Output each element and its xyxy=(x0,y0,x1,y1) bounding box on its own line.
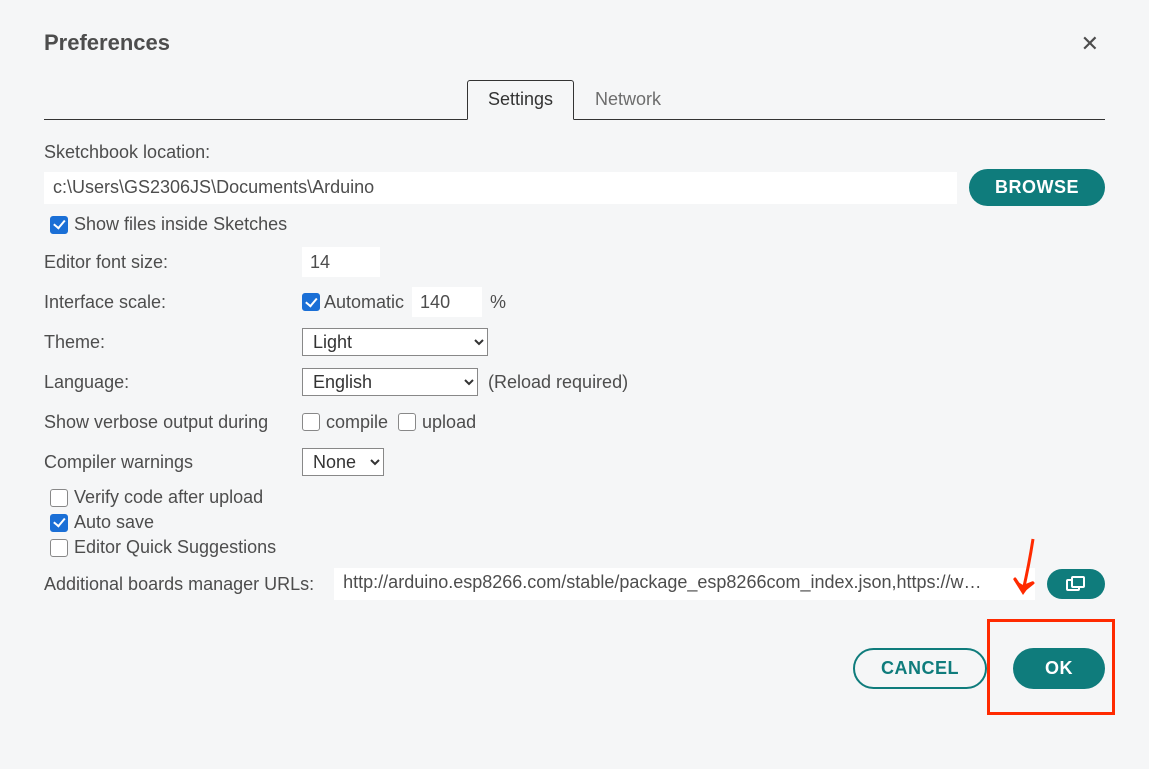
sketchbook-label: Sketchbook location: xyxy=(44,142,1105,163)
quick-suggestions-label: Editor Quick Suggestions xyxy=(74,537,276,558)
tab-settings[interactable]: Settings xyxy=(467,80,574,120)
tabs: Settings Network xyxy=(44,80,1105,120)
show-files-label: Show files inside Sketches xyxy=(74,214,287,235)
dialog-title: Preferences xyxy=(44,30,1105,56)
interface-auto-checkbox[interactable] xyxy=(302,293,320,311)
interface-auto-label: Automatic xyxy=(324,292,404,313)
preferences-dialog: Preferences ✕ Settings Network Sketchboo… xyxy=(0,0,1149,769)
verbose-label: Show verbose output during xyxy=(44,412,302,433)
show-files-checkbox[interactable] xyxy=(50,216,68,234)
percent-label: % xyxy=(490,292,506,313)
verify-checkbox[interactable] xyxy=(50,489,68,507)
urls-expand-button[interactable] xyxy=(1047,569,1105,599)
browse-button[interactable]: BROWSE xyxy=(969,169,1105,206)
upload-checkbox[interactable] xyxy=(398,413,416,431)
close-button[interactable]: ✕ xyxy=(1075,32,1105,56)
font-size-label: Editor font size: xyxy=(44,252,302,273)
footer-buttons: CANCEL OK xyxy=(853,648,1105,689)
window-icon xyxy=(1066,576,1086,592)
font-size-input[interactable] xyxy=(302,247,380,277)
language-hint: (Reload required) xyxy=(488,372,628,393)
theme-label: Theme: xyxy=(44,332,302,353)
settings-panel: Sketchbook location: BROWSE Show files i… xyxy=(44,142,1105,600)
warnings-label: Compiler warnings xyxy=(44,452,302,473)
ok-button[interactable]: OK xyxy=(1013,648,1105,689)
interface-scale-label: Interface scale: xyxy=(44,292,302,313)
theme-select[interactable]: Light xyxy=(302,328,488,356)
compile-checkbox[interactable] xyxy=(302,413,320,431)
tab-network[interactable]: Network xyxy=(574,80,682,120)
cancel-button[interactable]: CANCEL xyxy=(853,648,987,689)
close-icon: ✕ xyxy=(1081,31,1099,56)
language-select[interactable]: English xyxy=(302,368,478,396)
quick-suggestions-checkbox[interactable] xyxy=(50,539,68,557)
warnings-select[interactable]: None xyxy=(302,448,384,476)
language-label: Language: xyxy=(44,372,302,393)
verify-label: Verify code after upload xyxy=(74,487,263,508)
autosave-checkbox[interactable] xyxy=(50,514,68,532)
autosave-label: Auto save xyxy=(74,512,154,533)
sketchbook-path-input[interactable] xyxy=(44,172,957,204)
urls-label: Additional boards manager URLs: xyxy=(44,574,314,595)
compile-label: compile xyxy=(326,412,388,433)
upload-label: upload xyxy=(422,412,476,433)
urls-input[interactable]: http://arduino.esp8266.com/stable/packag… xyxy=(334,568,1035,600)
interface-scale-input[interactable] xyxy=(412,287,482,317)
